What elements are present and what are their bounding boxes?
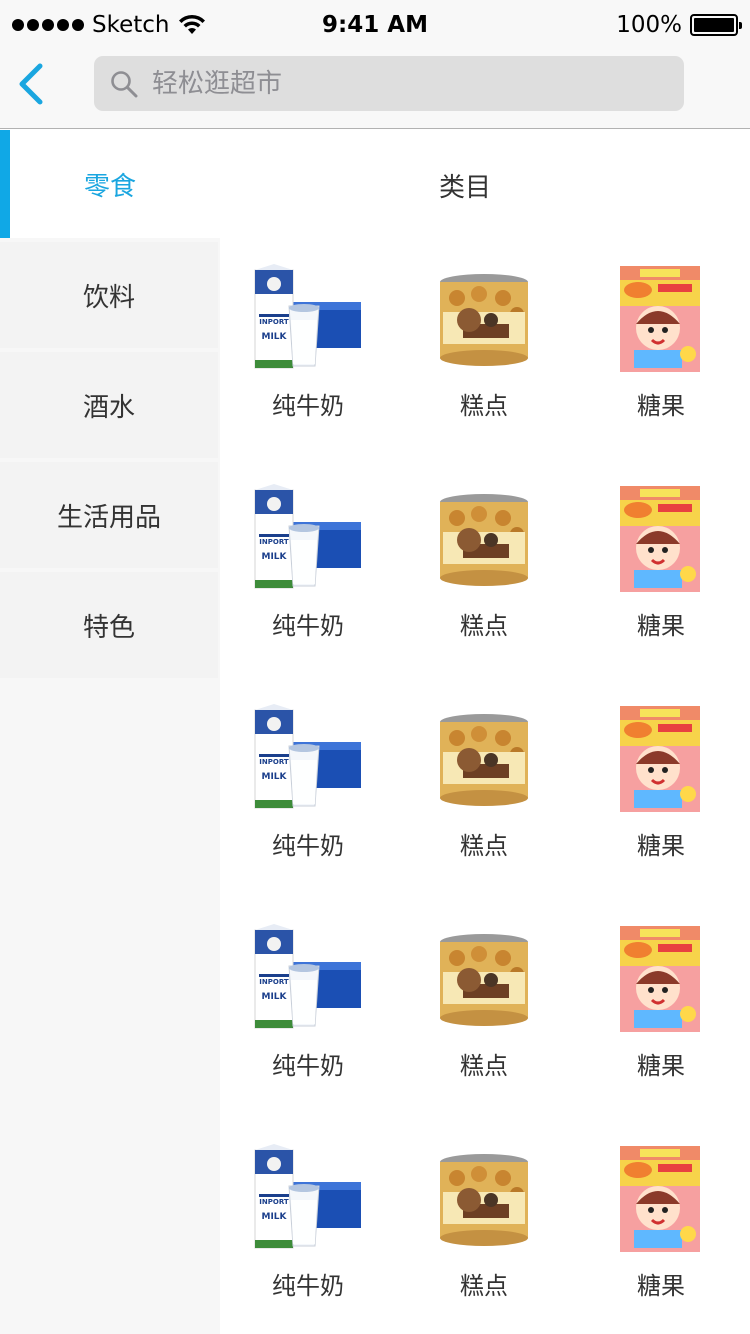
product-label: 糕点 (460, 612, 508, 640)
sidebar-item-label: 酒水 (82, 392, 135, 423)
product-cell[interactable]: 糖果 (572, 1140, 750, 1334)
milk-icon: MILK INPORT (254, 924, 361, 1029)
product-label: 糕点 (460, 832, 508, 860)
product-cell[interactable]: 糕点 (396, 260, 572, 480)
content-title: 类目 (438, 172, 491, 203)
product-label: 糖果 (637, 392, 685, 420)
product-label: 纯牛奶 (272, 832, 344, 860)
sidebar-item-drinks[interactable]: 饮料 (0, 242, 218, 348)
pastry-jar-icon (440, 494, 528, 586)
battery-percent: 100% (616, 12, 682, 38)
milk-icon: MILK INPORT (254, 1144, 361, 1249)
status-bar: Sketch 9:41 AM 100% (0, 0, 750, 54)
category-sidebar: 零食 饮料 酒水 生活用品 特色 (0, 130, 220, 1334)
product-cell[interactable]: 糖果 (572, 920, 750, 1140)
product-label: 纯牛奶 (272, 612, 344, 640)
product-cell[interactable]: 糕点 (396, 1140, 572, 1334)
milk-icon: MILK INPORT (254, 704, 361, 809)
milk-icon: MILK INPORT (254, 264, 361, 369)
product-cell[interactable]: MILK INPORT 纯牛奶 (220, 260, 396, 480)
product-cell[interactable]: 糖果 (572, 480, 750, 700)
product-cell[interactable]: 糕点 (396, 480, 572, 700)
pastry-jar-icon (440, 714, 528, 806)
milk-text: MILK (261, 332, 287, 342)
sidebar-item-specialty[interactable]: 特色 (0, 572, 218, 678)
sidebar-item-liquor[interactable]: 酒水 (0, 352, 218, 458)
candy-bag-icon (620, 926, 700, 1032)
candy-bag-icon (620, 706, 700, 812)
product-label: 纯牛奶 (272, 1052, 344, 1080)
candy-bag-icon (620, 1146, 700, 1252)
search-bar[interactable] (94, 56, 684, 111)
product-grid: MILK INPORT 纯牛奶 糕点 糖果 MILK INPORT 纯牛奶 糕点… (220, 260, 750, 1334)
product-row: MILK INPORT 纯牛奶 糕点 糖果 (220, 920, 750, 1140)
milk-text: MILK (261, 552, 287, 562)
status-right: 100% (616, 12, 742, 38)
svg-text:INPORT: INPORT (259, 1198, 289, 1206)
svg-text:INPORT: INPORT (259, 538, 289, 546)
milk-text: MILK (261, 772, 287, 782)
product-label: 纯牛奶 (272, 392, 344, 420)
svg-text:INPORT: INPORT (259, 758, 289, 766)
milk-text: MILK (261, 992, 287, 1002)
product-cell[interactable]: MILK INPORT 纯牛奶 (220, 480, 396, 700)
pastry-jar-icon (440, 934, 528, 1026)
product-label: 糕点 (460, 1272, 508, 1300)
product-cell[interactable]: 糖果 (572, 260, 750, 480)
product-cell[interactable]: 糕点 (396, 700, 572, 920)
nav-bar (0, 54, 750, 129)
product-label: 糖果 (637, 1052, 685, 1080)
product-label: 糕点 (460, 392, 508, 420)
product-cell[interactable]: MILK INPORT 纯牛奶 (220, 1140, 396, 1334)
product-label: 糕点 (460, 1052, 508, 1080)
svg-text:INPORT: INPORT (259, 318, 289, 326)
sidebar-item-daily-goods[interactable]: 生活用品 (0, 462, 218, 568)
sidebar-item-label: 特色 (82, 612, 135, 643)
product-cell[interactable]: 糖果 (572, 700, 750, 920)
product-row: MILK INPORT 纯牛奶 糕点 糖果 (220, 480, 750, 700)
milk-text: MILK (261, 1212, 287, 1222)
battery-icon (690, 14, 742, 36)
pastry-jar-icon (440, 1154, 528, 1246)
back-chevron-icon[interactable] (14, 62, 48, 106)
product-row: MILK INPORT 纯牛奶 糕点 糖果 (220, 1140, 750, 1334)
product-label: 纯牛奶 (272, 1272, 344, 1300)
candy-bag-icon (620, 486, 700, 592)
search-input[interactable] (152, 68, 652, 99)
product-cell[interactable]: MILK INPORT 纯牛奶 (220, 920, 396, 1140)
product-label: 糖果 (637, 832, 685, 860)
product-row: MILK INPORT 纯牛奶 糕点 糖果 (220, 260, 750, 480)
product-label: 糖果 (637, 612, 685, 640)
sidebar-item-label: 零食 (83, 171, 136, 202)
svg-text:INPORT: INPORT (259, 978, 289, 986)
product-label: 糖果 (637, 1272, 685, 1300)
pastry-jar-icon (440, 274, 528, 366)
category-content: 类目 MILK INPORT 纯牛奶 糕点 糖果 MILK INPORT 纯牛奶… (220, 130, 750, 1334)
sidebar-item-label: 生活用品 (56, 502, 161, 533)
candy-bag-icon (620, 266, 700, 372)
sidebar-item-snacks[interactable]: 零食 (0, 130, 220, 238)
sidebar-item-label: 饮料 (82, 282, 135, 313)
product-cell[interactable]: MILK INPORT 纯牛奶 (220, 700, 396, 920)
product-row: MILK INPORT 纯牛奶 糕点 糖果 (220, 700, 750, 920)
product-cell[interactable]: 糕点 (396, 920, 572, 1140)
battery-fill (694, 18, 734, 32)
milk-icon: MILK INPORT (254, 484, 361, 589)
search-icon (111, 70, 138, 97)
